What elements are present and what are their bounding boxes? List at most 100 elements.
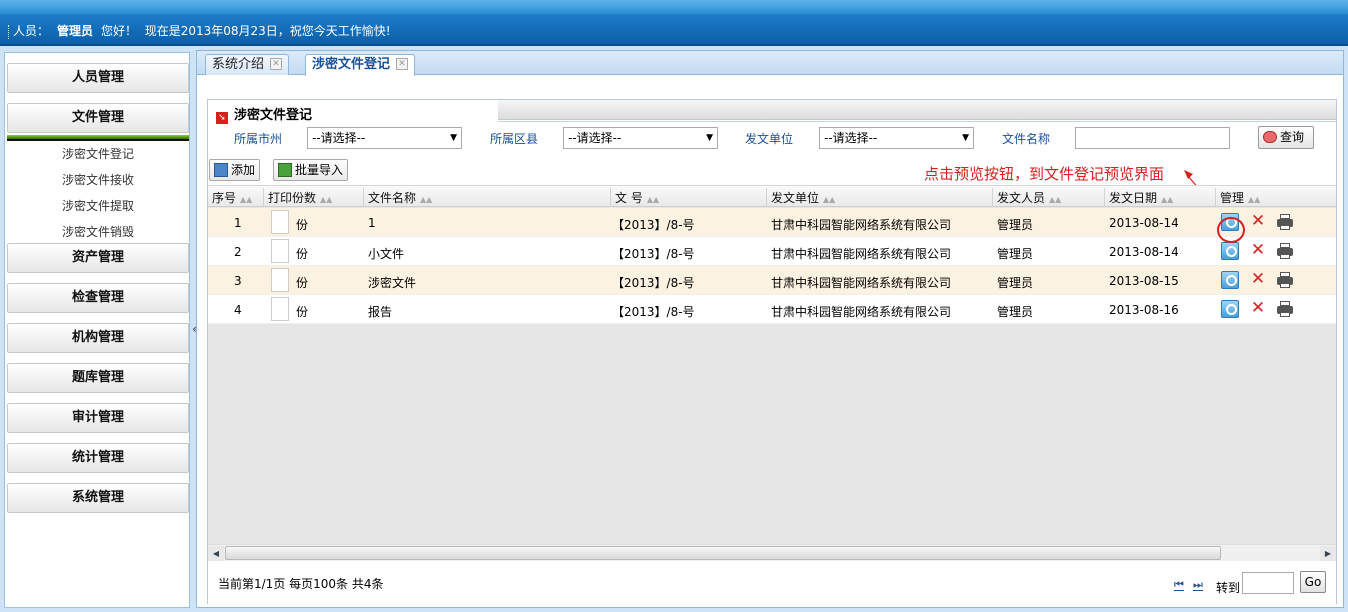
sort-icon: ▲▲	[240, 195, 253, 204]
welcome-message: 人员： 管理员 您好！ 现在是2013年08月23日，祝您今天工作愉快!	[8, 22, 391, 39]
go-button[interactable]: Go	[1300, 571, 1326, 593]
add-button[interactable]: 添加	[209, 159, 261, 181]
sidebar-item-files[interactable]: 文件管理	[7, 103, 189, 133]
col-header-docno[interactable]: 文 号 ▲▲	[615, 189, 659, 206]
city-select[interactable]: --请选择-- ▼	[307, 127, 462, 149]
col-header-date[interactable]: 发文日期 ▲▲	[1109, 189, 1173, 206]
cell-filename: 涉密文件	[368, 276, 417, 290]
close-icon[interactable]: ✕	[396, 57, 409, 70]
delete-icon[interactable]: ✕	[1249, 242, 1267, 260]
sort-icon: ▲▲	[1248, 195, 1261, 204]
col-header-no[interactable]: 序号 ▲▲	[212, 189, 252, 206]
filter-bar: 所属市州 --请选择-- ▼ 所属区县 --请选择-- ▼ 发文单位 --请选择--…	[208, 124, 1336, 152]
sidebar-subitem-register[interactable]: 涉密文件登记	[5, 145, 191, 162]
col-separator	[766, 188, 767, 206]
col-header-issuer[interactable]: 发文单位 ▲▲	[771, 189, 835, 206]
table-row[interactable]: 3 份 涉密文件 【2013】/8-号 甘肃中科园智能网络系统有限公司 管理员 …	[208, 266, 1336, 295]
sidebar-item-audit[interactable]: 审计管理	[7, 403, 189, 433]
active-section-bar	[7, 135, 189, 141]
city-label: 所属市州	[234, 132, 283, 146]
sidebar-item-personnel[interactable]: 人员管理	[7, 63, 189, 93]
col-header-filename[interactable]: 文件名称 ▲▲	[368, 189, 432, 206]
cell-person: 管理员	[997, 218, 1034, 232]
copies-input[interactable]	[271, 297, 289, 321]
col-separator	[363, 188, 364, 206]
preview-icon[interactable]	[1221, 242, 1239, 260]
goto-page-input[interactable]	[1242, 572, 1294, 594]
issuer-select-value: --请选择--	[824, 131, 878, 145]
sidebar-item-statistics[interactable]: 统计管理	[7, 443, 189, 473]
scroll-left-icon[interactable]: ◀	[208, 546, 224, 561]
cell-copies-unit: 份	[296, 305, 309, 319]
sidebar-subitem-receive[interactable]: 涉密文件接收	[5, 171, 191, 188]
table-row[interactable]: 2 份 小文件 【2013】/8-号 甘肃中科园智能网络系统有限公司 管理员 2…	[208, 237, 1336, 266]
print-icon[interactable]	[1276, 213, 1294, 231]
print-icon[interactable]	[1276, 300, 1294, 318]
copies-input[interactable]	[271, 268, 289, 292]
col-header-label: 文 号	[615, 191, 643, 205]
issuer-label: 发文单位	[745, 132, 794, 146]
col-header-label: 文件名称	[368, 191, 417, 205]
cell-person: 管理员	[997, 276, 1034, 290]
sidebar-subitem-destroy[interactable]: 涉密文件销毁	[5, 223, 191, 240]
tab-file-register[interactable]: 涉密文件登记 ✕	[305, 54, 416, 76]
scroll-right-icon[interactable]: ▶	[1320, 546, 1336, 561]
tab-system-intro[interactable]: 系统介绍 ✕	[205, 54, 290, 75]
issuer-select[interactable]: --请选择-- ▼	[819, 127, 974, 149]
col-separator	[992, 188, 993, 206]
col-header-manage[interactable]: 管理 ▲▲	[1220, 189, 1260, 206]
highlight-circle	[1217, 217, 1245, 243]
sidebar-subitem-extract[interactable]: 涉密文件提取	[5, 197, 191, 214]
cell-no: 3	[234, 274, 242, 288]
col-separator	[1104, 188, 1105, 206]
first-page-icon[interactable]: ⏮	[1174, 579, 1184, 591]
filename-input[interactable]	[1075, 127, 1230, 149]
panel-title-text: 涉密文件登记	[234, 108, 313, 123]
search-button[interactable]: 查询	[1258, 126, 1314, 149]
col-header-copies[interactable]: 打印份数 ▲▲	[268, 189, 332, 206]
copies-input[interactable]	[271, 210, 289, 234]
sidebar-item-question-bank[interactable]: 题库管理	[7, 363, 189, 393]
annotation-text: 点击预览按钮，到文件登记预览界面	[924, 165, 1165, 183]
district-select[interactable]: --请选择-- ▼	[563, 127, 718, 149]
scrollbar-thumb[interactable]	[225, 546, 1221, 560]
table-row[interactable]: 1 份 1 【2013】/8-号 甘肃中科园智能网络系统有限公司 管理员 201…	[208, 208, 1336, 237]
preview-icon[interactable]	[1221, 271, 1239, 289]
sidebar-item-system[interactable]: 系统管理	[7, 483, 189, 513]
user-label: 人员：	[13, 24, 50, 38]
search-button-label: 查询	[1280, 130, 1305, 144]
sort-icon: ▲▲	[823, 195, 836, 204]
col-header-label: 发文人员	[997, 191, 1046, 205]
cell-date: 2013-08-16	[1109, 303, 1179, 317]
horizontal-scrollbar[interactable]: ◀ ▶	[208, 544, 1336, 561]
sidebar-item-organization[interactable]: 机构管理	[7, 323, 189, 353]
sort-icon: ▲▲	[420, 195, 433, 204]
cell-filename: 小文件	[368, 247, 405, 261]
col-header-label: 发文日期	[1109, 191, 1158, 205]
print-icon[interactable]	[1276, 271, 1294, 289]
dropdown-arrow-icon: ▼	[706, 133, 713, 143]
col-header-person[interactable]: 发文人员 ▲▲	[997, 189, 1061, 206]
top-banner: 人员： 管理员 您好！ 现在是2013年08月23日，祝您今天工作愉快!	[0, 0, 1348, 46]
delete-icon[interactable]: ✕	[1249, 271, 1267, 289]
cell-issuer: 甘肃中科园智能网络系统有限公司	[771, 276, 952, 290]
delete-icon[interactable]: ✕	[1249, 300, 1267, 318]
cell-copies-unit: 份	[296, 218, 309, 232]
delete-icon[interactable]: ✕	[1249, 213, 1267, 231]
preview-icon[interactable]	[1221, 300, 1239, 318]
pager-info: 当前第1/1页 每页100条 共4条	[218, 577, 384, 591]
col-separator	[1215, 188, 1216, 206]
city-select-value: --请选择--	[312, 131, 366, 145]
register-panel: ➘ 涉密文件登记 所属市州 --请选择-- ▼ 所属区县 --请选择-- ▼ 发文单位…	[207, 99, 1337, 605]
print-icon[interactable]	[1276, 242, 1294, 260]
sidebar-item-assets[interactable]: 资产管理	[7, 243, 189, 273]
cell-no: 4	[234, 303, 242, 317]
user-name: 管理员	[57, 24, 94, 38]
cell-person: 管理员	[997, 247, 1034, 261]
copies-input[interactable]	[271, 239, 289, 263]
last-page-icon[interactable]: ⏭	[1193, 579, 1203, 591]
close-icon[interactable]: ✕	[270, 57, 283, 70]
table-row[interactable]: 4 份 报告 【2013】/8-号 甘肃中科园智能网络系统有限公司 管理员 20…	[208, 295, 1336, 324]
sidebar-item-inspection[interactable]: 检查管理	[7, 283, 189, 313]
batch-import-button[interactable]: 批量导入	[273, 159, 349, 181]
